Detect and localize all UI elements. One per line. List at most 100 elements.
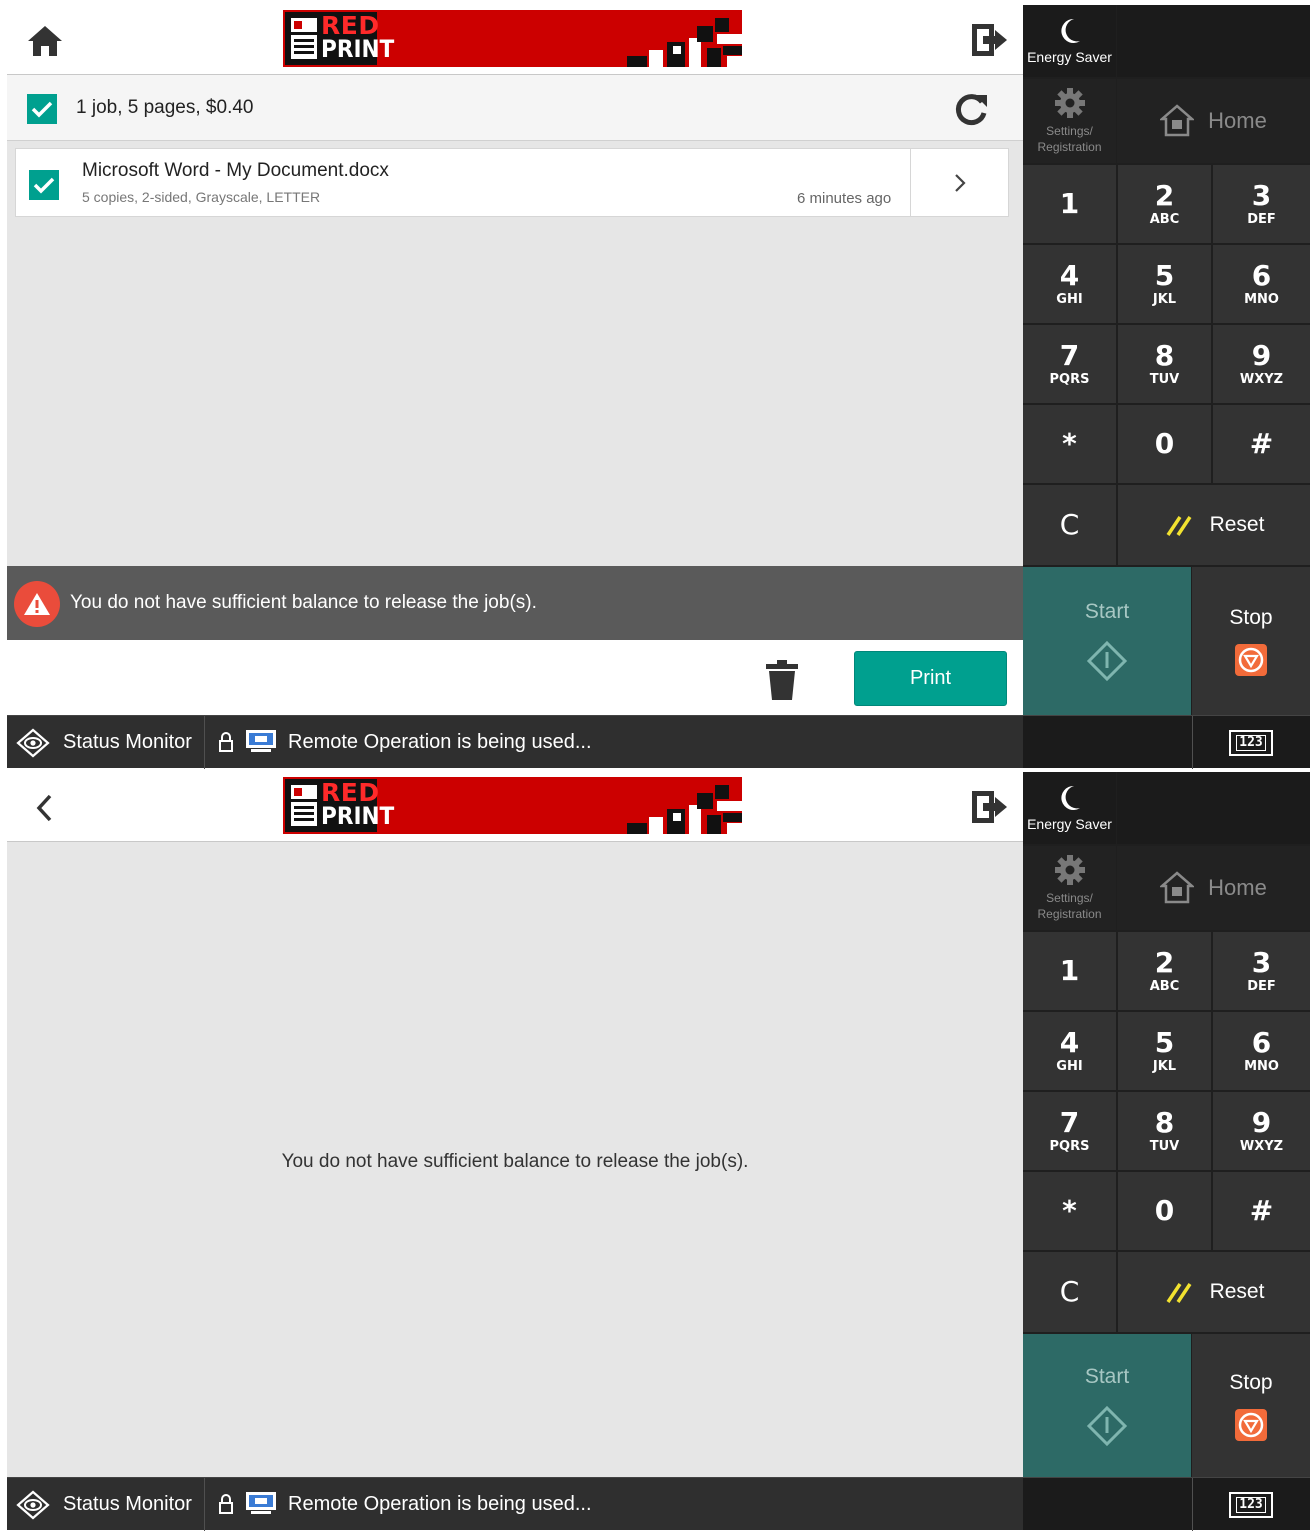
logout-button[interactable] <box>969 21 1013 61</box>
status-monitor-button[interactable]: Status Monitor <box>7 1478 205 1531</box>
home-menu-button[interactable]: Home <box>1117 79 1310 163</box>
settings-registration-button[interactable]: Settings/ Registration <box>1023 79 1116 163</box>
key-8[interactable]: 8 TUV <box>1118 325 1211 403</box>
refresh-icon <box>955 94 987 126</box>
key-9[interactable]: 9 WXYZ <box>1213 325 1310 403</box>
home-button[interactable] <box>21 19 69 63</box>
delete-button[interactable] <box>764 659 800 701</box>
key-6[interactable]: 6 MNO <box>1213 245 1310 323</box>
key-digit: 2 <box>1154 179 1175 212</box>
reset-button[interactable]: Reset <box>1118 1252 1310 1332</box>
energy-saver-label: Energy Saver <box>1027 816 1112 832</box>
stop-button[interactable]: Stop <box>1192 567 1310 715</box>
gear-icon <box>1054 88 1085 118</box>
key-letters: MNO <box>1244 1059 1279 1074</box>
key-digit: 7 <box>1059 339 1080 372</box>
key-2[interactable]: 2 ABC <box>1118 165 1211 243</box>
key-digit: 4 <box>1059 1026 1080 1059</box>
main-area: RED PRINT 1 job, 5 pages, $0.40 Microsof… <box>7 5 1023 715</box>
key-digit: 1 <box>1059 954 1080 987</box>
start-button[interactable]: Start <box>1023 1334 1191 1477</box>
status-monitor-label: Status Monitor <box>63 1493 192 1515</box>
settings-registration-button[interactable]: Settings/ Registration <box>1023 846 1116 930</box>
reset-label: Reset <box>1209 1280 1265 1303</box>
key-5[interactable]: 5 JKL <box>1118 245 1211 323</box>
start-button[interactable]: Start <box>1023 567 1191 715</box>
stop-button[interactable]: Stop <box>1192 1334 1310 1477</box>
key-digit: 9 <box>1251 1106 1272 1139</box>
print-button[interactable]: Print <box>854 651 1007 706</box>
status-monitor-button[interactable]: Status Monitor <box>7 716 205 769</box>
start-label: Start <box>1084 600 1130 623</box>
status-monitor-label: Status Monitor <box>63 731 192 753</box>
divider <box>1192 716 1193 769</box>
key-digit: 2 <box>1154 946 1175 979</box>
keypad-toggle-button[interactable]: 123 <box>1229 1492 1273 1518</box>
key-7[interactable]: 7 PQRS <box>1023 1092 1116 1170</box>
logout-button[interactable] <box>969 788 1013 828</box>
trash-icon <box>766 660 798 700</box>
key-digit: 7 <box>1059 1106 1080 1139</box>
control-panel: Energy Saver Settings/ Registration Home… <box>1023 5 1310 769</box>
start-label: Start <box>1084 1364 1130 1388</box>
key-hash[interactable]: # <box>1213 405 1310 483</box>
key-1[interactable]: 1 <box>1023 165 1116 243</box>
gear-icon <box>1054 855 1085 885</box>
key-1[interactable]: 1 <box>1023 932 1116 1010</box>
reset-slash-icon <box>1166 516 1192 536</box>
keypad-toggle-button[interactable]: 123 <box>1229 730 1273 756</box>
red-print-logo: RED PRINT <box>283 777 742 834</box>
key-3[interactable]: 3 DEF <box>1213 165 1310 243</box>
printer-logo-icon <box>291 18 317 59</box>
key-3[interactable]: 3 DEF <box>1213 932 1310 1010</box>
key-digit: * <box>1062 427 1077 460</box>
energy-saver-button[interactable]: Energy Saver <box>1023 5 1116 77</box>
clear-button[interactable]: C <box>1023 1252 1116 1332</box>
key-9[interactable]: 9 WXYZ <box>1213 1092 1310 1170</box>
key-digit: 0 <box>1154 427 1175 460</box>
key-8[interactable]: 8 TUV <box>1118 1092 1211 1170</box>
key-4[interactable]: 4 GHI <box>1023 245 1116 323</box>
key-digit: 5 <box>1154 1026 1175 1059</box>
key-asterisk[interactable]: * <box>1023 1172 1116 1250</box>
stop-icon <box>1235 1408 1267 1441</box>
key-6[interactable]: 6 MNO <box>1213 1012 1310 1090</box>
stop-icon <box>1235 644 1267 676</box>
status-monitor-icon <box>16 1490 50 1520</box>
job-details-button[interactable] <box>910 149 1008 216</box>
select-all-checkbox[interactable] <box>27 94 57 124</box>
stop-label: Stop <box>1229 606 1273 629</box>
energy-saver-button[interactable]: Energy Saver <box>1023 772 1116 844</box>
key-5[interactable]: 5 JKL <box>1118 1012 1211 1090</box>
job-details: 5 copies, 2-sided, Grayscale, LETTER <box>82 189 321 205</box>
stop-label: Stop <box>1229 1370 1273 1394</box>
remote-operation-status: Remote Operation is being used... <box>288 731 592 753</box>
status-bar: Status Monitor Remote Operation is being… <box>7 715 1023 769</box>
blank-key <box>1117 5 1310 77</box>
key-0[interactable]: 0 <box>1118 405 1211 483</box>
key-digit: 5 <box>1154 259 1175 292</box>
key-hash[interactable]: # <box>1213 1172 1310 1250</box>
blank-key <box>1117 772 1310 844</box>
job-checkbox[interactable] <box>29 170 59 200</box>
key-2[interactable]: 2 ABC <box>1118 932 1211 1010</box>
back-button[interactable] <box>21 786 69 830</box>
key-asterisk[interactable]: * <box>1023 405 1116 483</box>
home-menu-button[interactable]: Home <box>1117 846 1310 930</box>
remote-operation-icon <box>246 730 276 752</box>
keypad-toggle-label: 123 <box>1236 1497 1266 1513</box>
moon-icon <box>1060 18 1080 43</box>
clear-label: C <box>1059 1275 1080 1308</box>
key-4[interactable]: 4 GHI <box>1023 1012 1116 1090</box>
side-status-bar: 123 <box>1023 1477 1310 1531</box>
refresh-button[interactable] <box>953 91 989 127</box>
clear-button[interactable]: C <box>1023 485 1116 565</box>
job-row[interactable]: Microsoft Word - My Document.docx 5 copi… <box>15 148 1009 217</box>
key-0[interactable]: 0 <box>1118 1172 1211 1250</box>
keypad-toggle-label: 123 <box>1236 735 1266 751</box>
reset-button[interactable]: Reset <box>1118 485 1310 565</box>
remote-operation-status: Remote Operation is being used... <box>288 1493 592 1515</box>
key-7[interactable]: 7 PQRS <box>1023 325 1116 403</box>
energy-saver-label: Energy Saver <box>1027 49 1112 65</box>
side-status-bar: 123 <box>1023 715 1310 769</box>
